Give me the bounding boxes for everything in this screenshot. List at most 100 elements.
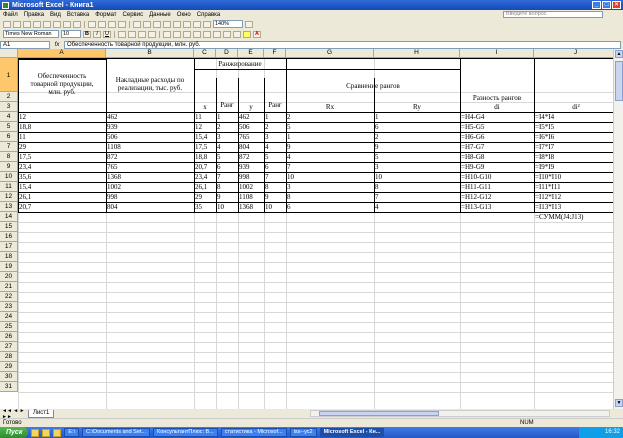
cell-j13[interactable]: =I13*I13 bbox=[534, 202, 613, 212]
cell-d8[interactable]: 5 bbox=[216, 152, 238, 162]
cell-h13[interactable]: 4 bbox=[374, 202, 460, 212]
cell-g12[interactable]: 8 bbox=[286, 192, 374, 202]
cell-j4[interactable]: =I4*I4 bbox=[534, 112, 613, 122]
taskbar-task[interactable]: iss--ус2 bbox=[289, 428, 317, 437]
vertical-scrollbar[interactable]: ▲ ▼ bbox=[613, 49, 623, 409]
menu-item-8[interactable]: Окно bbox=[174, 12, 194, 18]
cell-a4[interactable]: 12 bbox=[18, 112, 106, 122]
cell-a6[interactable]: 11 bbox=[18, 132, 106, 142]
cell-b10[interactable]: 1368 bbox=[106, 172, 194, 182]
cell-d10[interactable]: 7 bbox=[216, 172, 238, 182]
cell-g4[interactable]: 2 bbox=[286, 112, 374, 122]
row-header-27[interactable]: 27 bbox=[0, 342, 18, 352]
cell-g10[interactable]: 10 bbox=[286, 172, 374, 182]
cell-c7[interactable]: 17,5 bbox=[194, 142, 216, 152]
cell-f12[interactable]: 9 bbox=[264, 192, 286, 202]
cell-a5[interactable]: 18,8 bbox=[18, 122, 106, 132]
cell-b7[interactable]: 1108 bbox=[106, 142, 194, 152]
cell-h5[interactable]: 6 bbox=[374, 122, 460, 132]
row-header-23[interactable]: 23 bbox=[0, 302, 18, 312]
open-icon[interactable] bbox=[13, 20, 21, 28]
italic-icon[interactable]: I bbox=[93, 30, 101, 38]
row-header-1[interactable]: 1 bbox=[0, 58, 18, 92]
cell-j12[interactable]: =I12*I12 bbox=[534, 192, 613, 202]
cell-h4[interactable]: 1 bbox=[374, 112, 460, 122]
column-header-c[interactable]: C bbox=[194, 49, 216, 58]
fx-icon[interactable]: fx bbox=[50, 42, 64, 48]
copy-icon[interactable] bbox=[98, 20, 106, 28]
cut-icon[interactable] bbox=[88, 20, 96, 28]
row-header-19[interactable]: 19 bbox=[0, 262, 18, 272]
cell-b8[interactable]: 872 bbox=[106, 152, 194, 162]
align-left-icon[interactable] bbox=[118, 30, 126, 38]
menu-item-3[interactable]: Вид bbox=[47, 12, 64, 18]
row-header-21[interactable]: 21 bbox=[0, 282, 18, 292]
cell-f6[interactable]: 3 bbox=[264, 132, 286, 142]
menu-item-7[interactable]: Данные bbox=[146, 12, 174, 18]
row-header-26[interactable]: 26 bbox=[0, 332, 18, 342]
name-box[interactable]: A1 bbox=[0, 40, 50, 49]
row-header-31[interactable]: 31 bbox=[0, 382, 18, 392]
cell-b4[interactable]: 462 bbox=[106, 112, 194, 122]
cell-b13[interactable]: 804 bbox=[106, 202, 194, 212]
undo-icon[interactable] bbox=[133, 20, 141, 28]
currency-icon[interactable] bbox=[163, 30, 171, 38]
cell-d13[interactable]: 10 bbox=[216, 202, 238, 212]
menu-item-9[interactable]: Справка bbox=[194, 12, 224, 18]
print-icon[interactable] bbox=[53, 20, 61, 28]
cell-h7[interactable]: 9 bbox=[374, 142, 460, 152]
row-header-11[interactable]: 11 bbox=[0, 182, 18, 192]
cell-b11[interactable]: 1002 bbox=[106, 182, 194, 192]
row-header-9[interactable]: 9 bbox=[0, 162, 18, 172]
cell-c13[interactable]: 35 bbox=[194, 202, 216, 212]
cell-f7[interactable]: 4 bbox=[264, 142, 286, 152]
cell-a10[interactable]: 35,6 bbox=[18, 172, 106, 182]
cell-j7[interactable]: =I7*I7 bbox=[534, 142, 613, 152]
cell-i9[interactable]: =H9-G9 bbox=[460, 162, 534, 172]
row-header-12[interactable]: 12 bbox=[0, 192, 18, 202]
cell-j6[interactable]: =I6*I6 bbox=[534, 132, 613, 142]
cell-h12[interactable]: 7 bbox=[374, 192, 460, 202]
cell-f10[interactable]: 7 bbox=[264, 172, 286, 182]
decrease-decimal-icon[interactable] bbox=[203, 30, 211, 38]
row-header-14[interactable]: 14 bbox=[0, 212, 18, 222]
taskbar-task[interactable]: E:\ bbox=[64, 428, 80, 437]
cell-i11[interactable]: =H11-G11 bbox=[460, 182, 534, 192]
sort-desc-icon[interactable] bbox=[183, 20, 191, 28]
new-icon[interactable] bbox=[3, 20, 11, 28]
font-name-combo[interactable]: Times New Roman bbox=[3, 30, 59, 38]
cell-h9[interactable]: 3 bbox=[374, 162, 460, 172]
horizontal-scrollbar[interactable] bbox=[310, 410, 610, 417]
taskbar-task[interactable]: C:\Documents and Set... bbox=[82, 428, 151, 437]
maximize-icon[interactable]: □ bbox=[602, 1, 611, 9]
quicklaunch-icon[interactable] bbox=[53, 428, 62, 437]
percent-icon[interactable] bbox=[173, 30, 181, 38]
cell-d6[interactable]: 3 bbox=[216, 132, 238, 142]
row-header-20[interactable]: 20 bbox=[0, 272, 18, 282]
cell-i6[interactable]: =H6-G6 bbox=[460, 132, 534, 142]
cell-j10[interactable]: =I10*I10 bbox=[534, 172, 613, 182]
cell-a8[interactable]: 17,5 bbox=[18, 152, 106, 162]
cell-c10[interactable]: 23,4 bbox=[194, 172, 216, 182]
cell-e13[interactable]: 1368 bbox=[238, 202, 264, 212]
row-header-6[interactable]: 6 bbox=[0, 132, 18, 142]
cell-h6[interactable]: 2 bbox=[374, 132, 460, 142]
row-header-22[interactable]: 22 bbox=[0, 292, 18, 302]
row-header-2[interactable]: 2 bbox=[0, 92, 18, 102]
row-header-16[interactable]: 16 bbox=[0, 232, 18, 242]
cell-g5[interactable]: 5 bbox=[286, 122, 374, 132]
cell-i12[interactable]: =H12-G12 bbox=[460, 192, 534, 202]
cell-g13[interactable]: 6 bbox=[286, 202, 374, 212]
row-header-30[interactable]: 30 bbox=[0, 372, 18, 382]
spellcheck-icon[interactable] bbox=[73, 20, 81, 28]
permission-icon[interactable] bbox=[33, 20, 41, 28]
borders-icon[interactable] bbox=[233, 30, 241, 38]
cell-b12[interactable]: 998 bbox=[106, 192, 194, 202]
cell-i5[interactable]: =H5-G5 bbox=[460, 122, 534, 132]
column-header-e[interactable]: E bbox=[238, 49, 264, 58]
menu-item-6[interactable]: Сервис bbox=[120, 12, 147, 18]
start-button[interactable]: Пуск bbox=[0, 427, 29, 438]
column-header-i[interactable]: I bbox=[460, 49, 534, 58]
cell-a7[interactable]: 29 bbox=[18, 142, 106, 152]
cell-b6[interactable]: 506 bbox=[106, 132, 194, 142]
